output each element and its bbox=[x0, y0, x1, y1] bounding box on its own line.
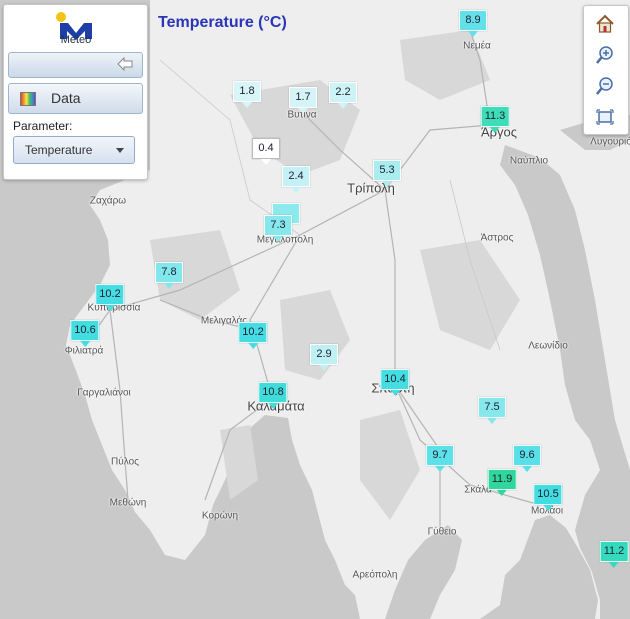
place-gargalianoi: Γαργαλιάνοι bbox=[77, 387, 131, 399]
full-extent-button[interactable] bbox=[593, 105, 617, 129]
data-button[interactable]: Data bbox=[8, 83, 143, 114]
place-areopoli: Αρεόπολη bbox=[352, 569, 398, 581]
station-marker[interactable]: 7.8 bbox=[155, 262, 183, 289]
station-marker[interactable]: 2.9 bbox=[310, 344, 338, 371]
station-marker[interactable]: 10.8 bbox=[258, 382, 288, 409]
map-toolbar bbox=[583, 5, 629, 135]
station-marker[interactable]: 11.3 bbox=[480, 106, 510, 133]
station-marker[interactable]: 9.7 bbox=[426, 445, 454, 472]
place-methoni: Μεθώνη bbox=[109, 497, 147, 509]
place-lygourio: Λυγουριό bbox=[590, 136, 630, 148]
station-marker[interactable]: 7.5 bbox=[478, 397, 506, 424]
color-scale-icon bbox=[20, 92, 36, 106]
station-marker[interactable]: 5.3 bbox=[373, 160, 401, 187]
station-marker[interactable]: 10.4 bbox=[380, 369, 410, 396]
place-zacharo: Ζαχάρω bbox=[89, 195, 127, 207]
station-marker[interactable]: 11.9 bbox=[487, 469, 517, 496]
station-marker[interactable]: 10.5 bbox=[533, 484, 563, 511]
place-gytheio: Γύθειο bbox=[427, 526, 457, 538]
station-marker[interactable]: 1.7 bbox=[289, 87, 317, 114]
station-marker[interactable]: 1.8 bbox=[233, 81, 261, 108]
map-title: Temperature (°C) bbox=[158, 14, 287, 31]
back-button[interactable] bbox=[8, 52, 143, 78]
place-nemea: Νεμέα bbox=[463, 40, 491, 52]
station-marker[interactable]: 7.3 bbox=[264, 215, 292, 242]
place-leonidio: Λεωνίδιο bbox=[528, 340, 568, 352]
station-marker[interactable]: 8.9 bbox=[459, 10, 487, 37]
place-koroni: Κορώνη bbox=[201, 510, 239, 522]
place-filiatra: Φιλιατρά bbox=[64, 345, 104, 357]
station-marker[interactable]: 10.6 bbox=[70, 320, 100, 347]
station-marker[interactable]: 10.2 bbox=[95, 284, 125, 311]
zoom-out-icon bbox=[596, 77, 613, 95]
parameter-label: Parameter: bbox=[13, 119, 73, 133]
station-marker[interactable]: 2.4 bbox=[282, 166, 310, 193]
station-marker[interactable]: 10.2 bbox=[238, 322, 268, 349]
back-arrow-icon bbox=[117, 56, 133, 76]
chevron-down-icon bbox=[116, 148, 124, 153]
station-marker[interactable]: 0.4 bbox=[252, 138, 280, 165]
parameter-select-value: Temperature bbox=[25, 143, 93, 157]
logo-text: Meteo bbox=[60, 34, 92, 46]
data-button-label: Data bbox=[51, 90, 81, 106]
parameter-select[interactable]: Temperature bbox=[13, 136, 135, 164]
zoom-in-icon bbox=[596, 46, 613, 64]
zoom-in-button[interactable] bbox=[593, 43, 617, 67]
station-marker[interactable]: 11.2 bbox=[599, 541, 629, 568]
place-nafplio: Ναύπλιο bbox=[509, 155, 549, 167]
place-pylos: Πύλος bbox=[111, 456, 139, 468]
station-marker[interactable]: 2.2 bbox=[329, 82, 357, 109]
place-astros: Άστρος bbox=[480, 232, 514, 244]
home-icon bbox=[596, 14, 614, 33]
zoom-out-button[interactable] bbox=[593, 74, 617, 98]
full-extent-icon bbox=[596, 109, 614, 125]
control-panel: Meteo Data Parameter: Temperature bbox=[3, 4, 148, 180]
station-marker[interactable]: 9.6 bbox=[513, 445, 541, 472]
home-button[interactable] bbox=[593, 12, 617, 36]
